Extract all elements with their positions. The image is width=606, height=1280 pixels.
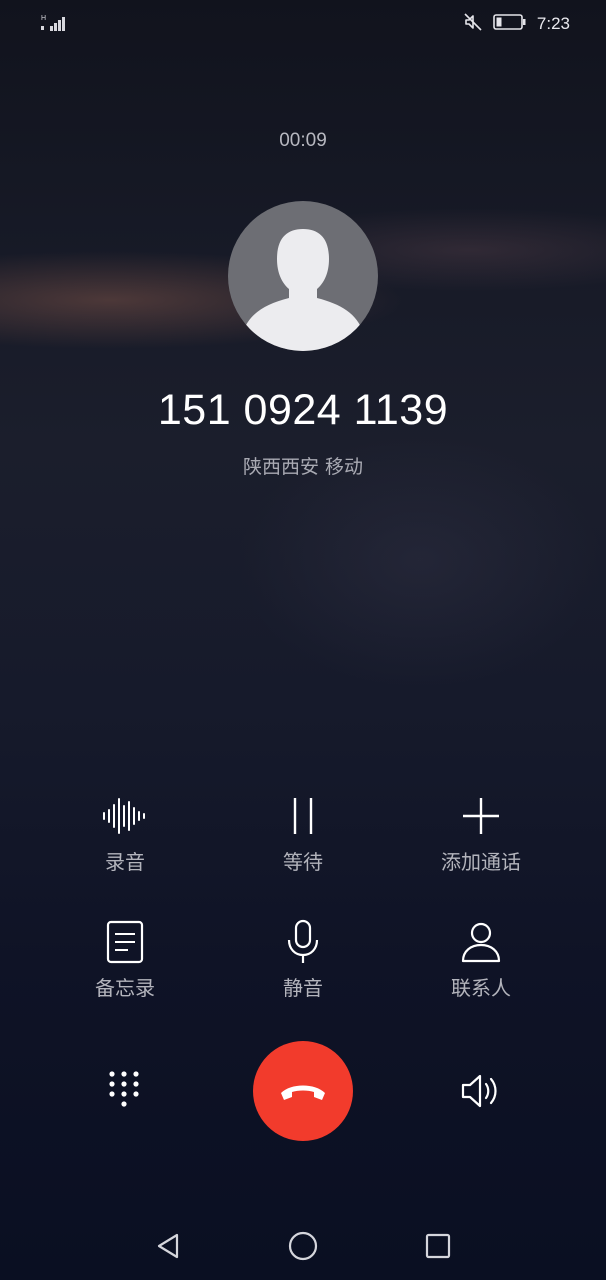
contact-person-icon [455, 916, 507, 968]
speaker-button[interactable] [452, 1061, 512, 1121]
speaker-icon [461, 1074, 497, 1108]
call-timer: 00:09 [279, 130, 327, 151]
phone-number: 151 0924 1139 [157, 386, 449, 434]
mute-label: 静音 [283, 976, 323, 1000]
caller-location: 陕西西安 移动 [242, 456, 364, 478]
home-button[interactable] [283, 1226, 323, 1266]
memo-icon [99, 916, 151, 968]
mute-button[interactable]: 静音 [223, 916, 383, 1001]
pause-icon [277, 790, 329, 842]
status-time: 7:23 [536, 14, 570, 33]
status-icons: 7:23 [463, 12, 570, 36]
record-button[interactable]: 录音 [45, 790, 205, 875]
back-icon [157, 1233, 179, 1259]
plus-icon [455, 790, 507, 842]
back-button[interactable] [148, 1226, 188, 1266]
contacts-label: 联系人 [451, 976, 511, 1000]
signal-icon: H [40, 14, 70, 34]
record-label: 录音 [105, 850, 145, 874]
memo-button[interactable]: 备忘录 [45, 916, 205, 1001]
person-silhouette-icon [243, 229, 363, 351]
contact-avatar [228, 201, 378, 351]
hold-label: 等待 [283, 850, 323, 874]
dialpad-button[interactable] [94, 1061, 154, 1121]
end-call-button[interactable] [253, 1041, 353, 1141]
contacts-button[interactable]: 联系人 [401, 916, 561, 1001]
record-waveform-icon [99, 790, 151, 842]
home-icon [288, 1231, 318, 1261]
mute-icon [463, 12, 483, 36]
memo-label: 备忘录 [95, 976, 155, 1000]
microphone-icon [277, 916, 329, 968]
hold-button[interactable]: 等待 [223, 790, 383, 875]
add-call-button[interactable]: 添加通话 [401, 790, 561, 875]
end-call-icon [281, 1085, 325, 1100]
recents-button[interactable] [418, 1226, 458, 1266]
battery-icon [493, 13, 527, 35]
dialpad-icon [109, 1071, 139, 1107]
signal-type-label: H [41, 15, 46, 22]
recents-icon [425, 1233, 451, 1259]
add-call-label: 添加通话 [441, 850, 521, 874]
